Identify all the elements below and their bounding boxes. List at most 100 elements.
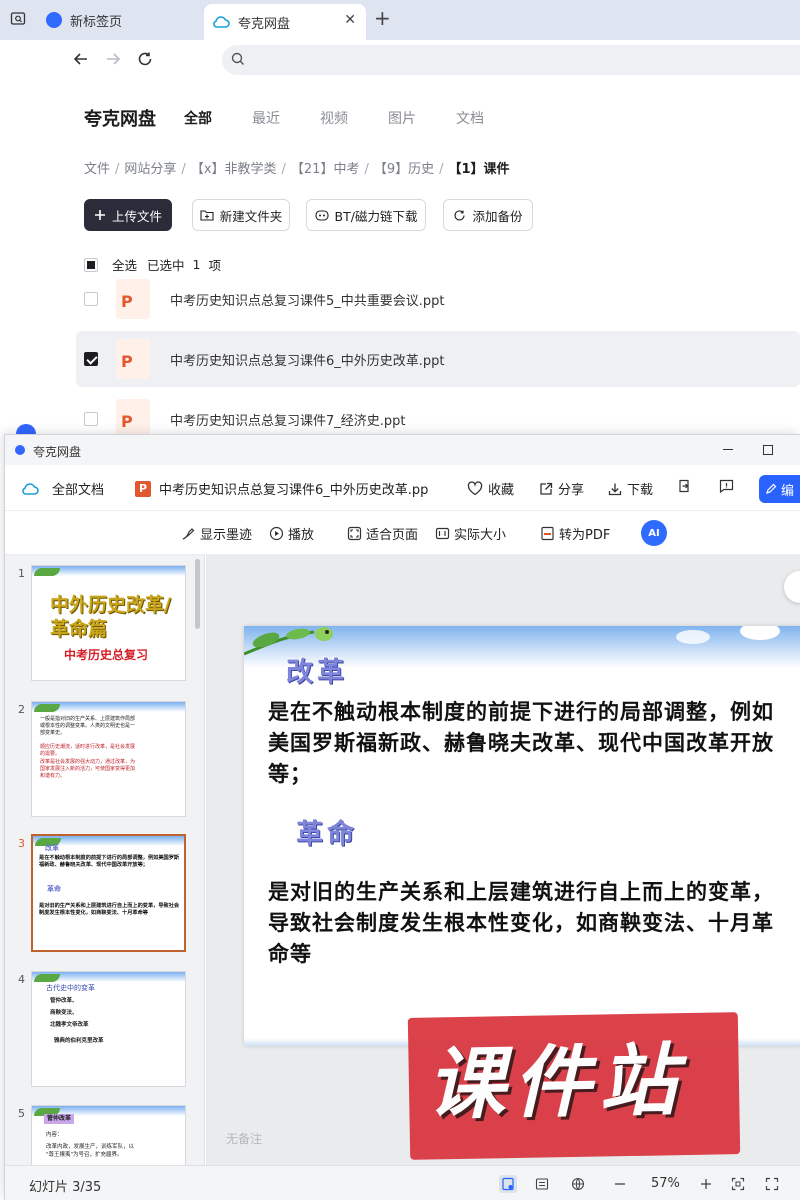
tab-document[interactable]: 文档 bbox=[456, 108, 484, 128]
breadcrumb-current: 【1】课件 bbox=[448, 162, 510, 177]
folder-add-icon bbox=[200, 209, 214, 221]
thumbnail-line: 改革内政，发展生产，训练军队，以 bbox=[46, 1144, 135, 1150]
slide-counter: 幻灯片 3/35 bbox=[29, 1180, 102, 1195]
favorite-label: 收藏 bbox=[488, 483, 515, 498]
file-name[interactable]: 中考历史知识点总复习课件6_中外历史改革.ppt bbox=[170, 350, 445, 369]
tab-video[interactable]: 视频 bbox=[320, 108, 348, 128]
fit-page-button[interactable]: 适合页面 bbox=[347, 524, 418, 543]
back-arrow-icon[interactable] bbox=[70, 50, 92, 72]
download-label: 下载 bbox=[627, 483, 654, 498]
slide-thumbnail-3[interactable]: 改革 是在不触动根本制度的前提下进行的局部调整，例如美国罗斯福新政、赫鲁晓夫改革… bbox=[31, 834, 186, 952]
thumbnail-line: 一般是指对旧的生产关系、上层建筑作局部 bbox=[40, 716, 136, 722]
upload-button[interactable]: 上传文件 bbox=[84, 199, 172, 231]
bt-download-label: BT/磁力链下载 bbox=[334, 208, 418, 224]
thumbnail-line: 国家发展注入新的活力，可使国家变得更加 bbox=[40, 766, 136, 772]
file-row-selected[interactable]: P 中考历史知识点总复习课件6_中外历史改革.ppt bbox=[76, 331, 800, 387]
actual-size-button[interactable]: 实际大小 bbox=[435, 524, 506, 543]
slide-thumbnail-2[interactable]: 一般是指对旧的生产关系、上层建筑作局部 或根本性的调整变革。人类的文明史也是一 … bbox=[31, 701, 186, 817]
viewer-doc-toolbar: 全部文档 P 中考历史知识点总复习课件6_中外历史改革.pp 收藏 分享 下载 bbox=[5, 465, 800, 511]
share-label: 分享 bbox=[558, 483, 585, 498]
thumbnail-scrollbar[interactable] bbox=[195, 559, 200, 629]
zoom-level: 57% bbox=[651, 1176, 680, 1191]
slide-thumbnail-1[interactable]: 中外历史改革/革命篇 中考历史总复习 bbox=[31, 565, 186, 681]
breadcrumb-item[interactable]: 【x】非教学类 bbox=[191, 162, 277, 177]
speaker-notes[interactable]: 无备注 bbox=[226, 1130, 262, 1147]
tab-search-icon[interactable] bbox=[6, 8, 30, 30]
file-checkbox[interactable] bbox=[84, 292, 98, 306]
tab-recent[interactable]: 最近 bbox=[252, 108, 280, 128]
export-icon[interactable] bbox=[677, 479, 696, 493]
search-icon bbox=[230, 51, 246, 71]
magnet-icon bbox=[314, 209, 329, 221]
tab-label: 新标签页 bbox=[70, 14, 123, 30]
slide-heading-reform: 改革 bbox=[286, 657, 348, 688]
fullscreen-icon[interactable] bbox=[763, 1175, 781, 1193]
tab-all[interactable]: 全部 bbox=[184, 108, 212, 128]
tab-new-tab[interactable]: 新标签页 bbox=[38, 4, 198, 36]
maximize-icon[interactable] bbox=[763, 445, 773, 455]
thumbnail-line: 雅典的伯利克里改革 bbox=[54, 1038, 104, 1044]
viewer-status-bar: 幻灯片 3/35 57% bbox=[5, 1165, 800, 1200]
tab-image[interactable]: 图片 bbox=[388, 108, 416, 128]
ppt-file-icon: P bbox=[116, 339, 150, 379]
convert-pdf-button[interactable]: 转为PDF bbox=[540, 524, 610, 543]
breadcrumb-item[interactable]: 【9】历史 bbox=[374, 162, 434, 177]
notes-view-icon[interactable] bbox=[533, 1175, 551, 1193]
thumbnail-line: 或根本性的调整变革。人类的文明史也是一 bbox=[40, 723, 136, 729]
reload-icon[interactable] bbox=[134, 50, 156, 72]
viewer-window-title: 夸克网盘 bbox=[33, 445, 82, 459]
file-checkbox[interactable] bbox=[84, 412, 98, 426]
thumbnail-line: 的需要。 bbox=[40, 751, 61, 757]
breadcrumb-item[interactable]: 【21】中考 bbox=[291, 162, 360, 177]
brand-title: 夸克网盘 bbox=[84, 109, 156, 130]
play-button[interactable]: 播放 bbox=[269, 524, 314, 543]
show-ink-button[interactable]: 显示墨迹 bbox=[181, 524, 252, 543]
file-row[interactable]: P 中考历史知识点总复习课件5_中共重要会议.ppt bbox=[76, 271, 800, 327]
url-input[interactable] bbox=[222, 45, 800, 75]
thumbnail-title: 古代史中的变革 bbox=[46, 984, 95, 992]
bt-download-button[interactable]: BT/磁力链下载 bbox=[306, 199, 426, 231]
file-checkbox[interactable] bbox=[84, 352, 98, 366]
zoom-out-icon[interactable] bbox=[611, 1175, 629, 1193]
file-name[interactable]: 中考历史知识点总复习课件5_中共重要会议.ppt bbox=[170, 290, 445, 309]
breadcrumb-item[interactable]: 文件 bbox=[84, 162, 110, 177]
favorite-button[interactable]: 收藏 bbox=[467, 479, 514, 498]
thumbnail-line: 部变革史。 bbox=[40, 730, 66, 736]
thumbnail-tag: 管仲改革 bbox=[44, 1114, 75, 1124]
zoom-in-icon[interactable] bbox=[697, 1175, 715, 1193]
forward-arrow-icon[interactable] bbox=[102, 50, 124, 72]
edit-icon bbox=[765, 483, 777, 495]
thumbnail-line: "尊王攘夷"为号召，扩充疆界。 bbox=[46, 1152, 123, 1158]
download-button[interactable]: 下载 bbox=[608, 479, 653, 498]
thumbnail-view-icon[interactable] bbox=[499, 1175, 517, 1193]
thumbnail-line: 北魏孝文帝改革 bbox=[50, 1022, 89, 1028]
new-folder-button[interactable]: 新建文件夹 bbox=[192, 199, 290, 231]
breadcrumb-item[interactable]: 网站分享 bbox=[124, 162, 176, 177]
add-backup-button[interactable]: 添加备份 bbox=[443, 199, 533, 231]
current-slide: 改革 是在不触动根本制度的前提下进行的局部调整，例如美国罗斯福新政、赫鲁晓夫改革… bbox=[244, 626, 800, 1046]
slide-thumbnail-4[interactable]: 古代史中的变革 管仲改革、 商鞅变法、 北魏孝文帝改革 雅典的伯利克里改革 bbox=[31, 971, 186, 1087]
file-name[interactable]: 中考历史知识点总复习课件7_经济史.ppt bbox=[170, 410, 406, 429]
tab-quark-disk[interactable]: 夸克网盘 ✕ bbox=[204, 4, 366, 40]
slide-thumbnail-5[interactable]: 管仲改革 内容： 改革内政，发展生产，训练军队，以 "尊王攘夷"为号召，扩充疆界… bbox=[31, 1105, 186, 1165]
fit-screen-icon[interactable] bbox=[729, 1175, 747, 1193]
close-icon[interactable]: ✕ bbox=[344, 12, 356, 28]
ai-assistant-button[interactable]: AI bbox=[641, 520, 667, 546]
minimize-icon[interactable] bbox=[723, 449, 733, 450]
feedback-icon[interactable] bbox=[719, 479, 739, 493]
all-docs-button[interactable]: 全部文档 bbox=[21, 479, 104, 498]
thumbnail-title: 中外历史改革/革命篇 bbox=[50, 594, 171, 640]
thumbnail-line: 商鞅变法、 bbox=[50, 1010, 78, 1016]
edit-button[interactable]: 编 bbox=[759, 475, 800, 503]
thumbnail-line: 和谐有力。 bbox=[40, 773, 66, 779]
actual-size-label: 实际大小 bbox=[454, 528, 507, 543]
share-button[interactable]: 分享 bbox=[539, 479, 584, 498]
all-docs-label: 全部文档 bbox=[52, 483, 105, 498]
plus-icon[interactable]: + bbox=[374, 8, 391, 28]
globe-icon[interactable] bbox=[569, 1175, 587, 1193]
watermark-stamp: 课件站 bbox=[407, 1012, 741, 1160]
select-all-checkbox[interactable] bbox=[84, 257, 98, 272]
floating-tool-button[interactable] bbox=[784, 571, 800, 603]
thumbnail-number: 5 bbox=[18, 1107, 25, 1120]
breadcrumb: 文件 / 网站分享 / 【x】非教学类 / 【21】中考 / 【9】历史 / 【1】课件 bbox=[84, 162, 510, 177]
